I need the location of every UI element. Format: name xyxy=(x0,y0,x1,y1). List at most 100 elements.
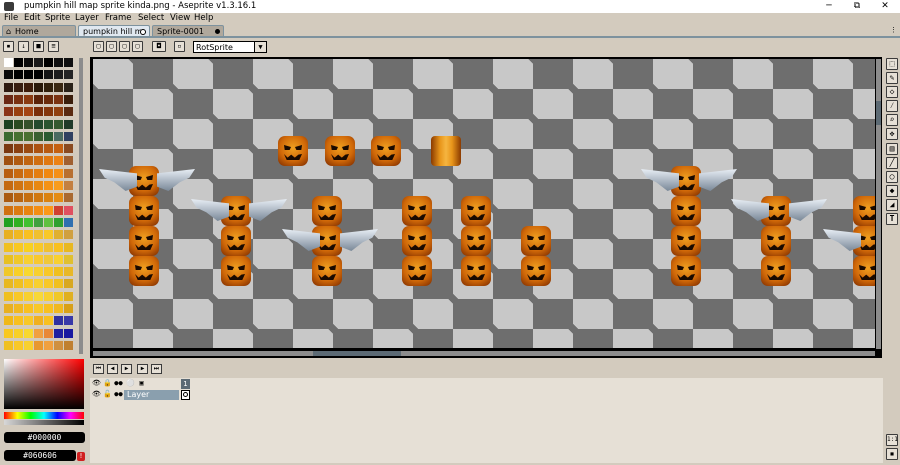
palette-swatch[interactable] xyxy=(4,94,13,104)
palette-swatch[interactable] xyxy=(54,193,63,203)
move-tool-icon[interactable]: ✥ xyxy=(886,128,898,140)
preview-icon[interactable]: ▪ xyxy=(886,448,898,460)
text-tool-icon[interactable]: T xyxy=(886,213,898,225)
tab-menu-icon[interactable]: ⋮ xyxy=(890,26,897,34)
alpha-slider[interactable] xyxy=(4,420,84,425)
palette-swatch[interactable] xyxy=(14,340,23,350)
palette-swatch[interactable] xyxy=(64,131,73,141)
palette-swatch[interactable] xyxy=(4,291,13,301)
palette-swatch[interactable] xyxy=(24,340,33,350)
layer-name[interactable]: Layer xyxy=(124,390,179,400)
foreground-color[interactable]: #000000 xyxy=(4,432,85,443)
palette-swatch[interactable] xyxy=(64,168,73,178)
last-frame-icon[interactable]: ⏭ xyxy=(151,364,162,374)
palette-scrollbar[interactable] xyxy=(79,58,83,354)
palette-swatch[interactable] xyxy=(54,316,63,326)
palette-swatch[interactable] xyxy=(64,340,73,350)
close-button[interactable]: ✕ xyxy=(871,0,899,13)
layer-options-icon[interactable]: ▣ xyxy=(137,379,146,388)
palette-swatch[interactable] xyxy=(34,230,43,240)
palette-swatch[interactable] xyxy=(24,94,33,104)
palette-swatch[interactable] xyxy=(4,168,13,178)
palette-swatch[interactable] xyxy=(34,168,43,178)
palette-swatch[interactable] xyxy=(4,58,13,67)
tab-document[interactable]: pumpkin hill m xyxy=(78,25,150,36)
palette-swatch[interactable] xyxy=(34,82,43,92)
palette-swatch[interactable] xyxy=(44,205,53,215)
palette-swatch[interactable] xyxy=(24,181,33,190)
palette-swatch[interactable] xyxy=(4,279,13,289)
palette-swatch[interactable] xyxy=(54,131,63,141)
palette-swatch[interactable] xyxy=(64,267,73,277)
palette-swatch[interactable] xyxy=(54,181,63,190)
palette-swatch[interactable] xyxy=(44,144,53,154)
marquee-tool-icon[interactable]: ⬚ xyxy=(886,58,898,70)
palette-swatch[interactable] xyxy=(54,328,63,338)
tab-modified-icon[interactable] xyxy=(140,29,146,35)
palette-swatch[interactable] xyxy=(54,205,63,215)
paint-bucket-tool-icon[interactable]: ◆ xyxy=(886,185,898,197)
palette-swatch[interactable] xyxy=(14,181,23,190)
selection-subtract-icon[interactable]: ▢ xyxy=(119,41,130,52)
palette-swatch[interactable] xyxy=(44,304,53,313)
palette-swatch[interactable] xyxy=(24,205,33,215)
palette-swatch[interactable] xyxy=(34,328,43,338)
palette-swatch[interactable] xyxy=(64,70,73,80)
onion-skin-icon[interactable]: ⚪ xyxy=(126,379,135,388)
pivot-icon[interactable]: ▫ xyxy=(174,41,185,52)
palette-lock-icon[interactable]: ▪ xyxy=(3,41,14,52)
palette-swatch[interactable] xyxy=(24,304,33,313)
hue-slider[interactable] xyxy=(4,412,84,419)
palette-swatch[interactable] xyxy=(24,119,33,129)
menu-edit[interactable]: Edit xyxy=(24,13,40,24)
palette-swatch[interactable] xyxy=(14,193,23,203)
frame-header[interactable]: 1 xyxy=(181,379,190,389)
blur-tool-icon[interactable]: ◢ xyxy=(886,199,898,211)
palette-swatch[interactable] xyxy=(44,58,53,67)
palette-swatch[interactable] xyxy=(4,242,13,252)
line-tool-icon[interactable]: ╱ xyxy=(886,157,898,169)
palette-swatch[interactable] xyxy=(64,205,73,215)
palette-swatch[interactable] xyxy=(24,242,33,252)
palette-swatch[interactable] xyxy=(64,119,73,129)
palette-swatch[interactable] xyxy=(64,156,73,166)
palette-swatch[interactable] xyxy=(14,94,23,104)
palette-swatch[interactable] xyxy=(64,193,73,203)
tab-close-icon[interactable] xyxy=(215,29,220,34)
eraser-tool-icon[interactable]: ◇ xyxy=(886,86,898,98)
palette-swatch[interactable] xyxy=(34,279,43,289)
palette-swatch[interactable] xyxy=(4,144,13,154)
color-palette[interactable] xyxy=(4,58,75,353)
palette-swatch[interactable] xyxy=(24,217,33,227)
palette-swatch[interactable] xyxy=(54,82,63,92)
palette-swatch[interactable] xyxy=(4,156,13,166)
palette-swatch[interactable] xyxy=(44,254,53,264)
palette-swatch[interactable] xyxy=(54,144,63,154)
palette-swatch[interactable] xyxy=(34,131,43,141)
palette-swatch[interactable] xyxy=(4,119,13,129)
palette-swatch[interactable] xyxy=(24,131,33,141)
color-spectrum[interactable] xyxy=(4,359,84,409)
palette-swatch[interactable] xyxy=(54,217,63,227)
palette-swatch[interactable] xyxy=(44,82,53,92)
menu-view[interactable]: View xyxy=(170,13,190,24)
palette-swatch[interactable] xyxy=(64,254,73,264)
palette-swatch[interactable] xyxy=(34,144,43,154)
palette-swatch[interactable] xyxy=(14,156,23,166)
palette-swatch[interactable] xyxy=(44,156,53,166)
palette-swatch[interactable] xyxy=(34,242,43,252)
zoom-scale-button[interactable]: 1:1 xyxy=(886,434,898,446)
palette-swatch[interactable] xyxy=(14,82,23,92)
palette-options-icon[interactable]: ≡ xyxy=(48,41,59,52)
palette-swatch[interactable] xyxy=(44,181,53,190)
palette-swatch[interactable] xyxy=(54,230,63,240)
palette-swatch[interactable] xyxy=(64,291,73,301)
palette-swatch[interactable] xyxy=(54,119,63,129)
continuous-header-icon[interactable]: ●● xyxy=(114,379,123,388)
palette-presets-icon[interactable]: ■ xyxy=(33,41,44,52)
palette-swatch[interactable] xyxy=(64,94,73,104)
palette-swatch[interactable] xyxy=(54,267,63,277)
palette-swatch[interactable] xyxy=(4,217,13,227)
transparent-color-icon[interactable]: ◘ xyxy=(152,41,166,52)
lock-header-icon[interactable]: 🔒 xyxy=(103,379,112,388)
